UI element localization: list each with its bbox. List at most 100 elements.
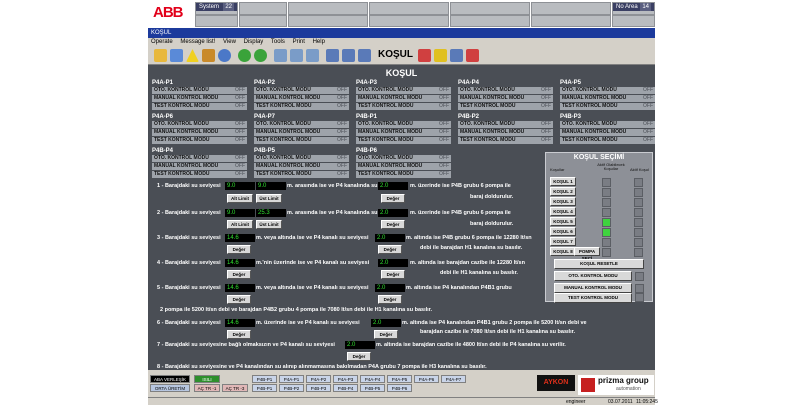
trend2-icon[interactable] [342, 49, 355, 62]
nav-tab-row2[interactable]: P4B-P1 [252, 384, 277, 392]
condition-4-value-2[interactable]: 2.0 [378, 259, 408, 267]
bell-icon[interactable] [202, 49, 215, 62]
condition-6-value-1[interactable]: 14.6 [225, 319, 255, 327]
alarm-cell-system[interactable]: System 22 [195, 2, 238, 15]
nav-tab-row1[interactable]: P4A-P2 [306, 375, 331, 383]
nav-tab-row1[interactable]: P4A-P3 [333, 375, 358, 383]
panel-mode-row[interactable]: OTO. KONTROL MODU OFF [254, 87, 349, 95]
isili-button[interactable]: ISILI [194, 375, 220, 383]
condition-3-deger-button-2[interactable]: Değer [378, 245, 402, 254]
panel-mode-row[interactable]: OTO. KONTROL MODU OFF [152, 87, 247, 95]
panel-mode-row[interactable]: MANUAL KONTROL MODU OFF [152, 95, 247, 103]
panel-mode-row[interactable]: MANUAL KONTROL MODU OFF [152, 163, 247, 171]
reset-condition-button[interactable]: KOŞUL RESETLE [554, 259, 644, 269]
oto-mode-button[interactable]: OTO. KONTROL MODU [554, 271, 632, 281]
grid-icon[interactable] [358, 49, 371, 62]
panel-mode-row[interactable]: TEST KONTROL MODU OFF [152, 137, 247, 145]
condition-1-value-2[interactable]: 9.0 [256, 182, 286, 190]
nav-tab-row1[interactable]: P4A-P1 [279, 375, 304, 383]
condition-1-value-3[interactable]: 2.0 [378, 182, 408, 190]
panel-mode-row[interactable]: TEST KONTROL MODU OFF [152, 171, 247, 179]
trend-icon[interactable] [326, 49, 339, 62]
document-icon[interactable] [290, 49, 303, 62]
condition-4-deger-button-2[interactable]: Değer [381, 270, 405, 279]
condition-1-alt-limit-button[interactable]: Alt Limit [227, 194, 253, 203]
document2-icon[interactable] [306, 49, 319, 62]
condition-5-deger-button-1[interactable]: Değer [227, 295, 251, 304]
condition-3-value-2[interactable]: 2.0 [375, 234, 405, 242]
panel-mode-row[interactable]: TEST KONTROL MODU OFF [560, 103, 655, 111]
condition-1-ust-limit-button[interactable]: Üst Limit [256, 194, 282, 203]
nav-tab-row2[interactable]: P4B-P2 [279, 384, 304, 392]
condition-7-value-1[interactable]: 2.0 [345, 341, 375, 349]
condition-8-button[interactable]: KOŞUL 8 [550, 247, 576, 256]
panel-mode-row[interactable]: TEST KONTROL MODU OFF [152, 103, 247, 111]
panel-mode-row[interactable]: OTO. KONTROL MODU OFF [254, 155, 349, 163]
warning-icon[interactable] [186, 49, 199, 62]
condition-5-deger-button-2[interactable]: Değer [378, 295, 402, 304]
condition-2-button[interactable]: KOŞUL 2 [550, 187, 576, 196]
panel-mode-row[interactable]: MANUAL KONTROL MODU OFF [356, 129, 451, 137]
nav-tab-row1[interactable]: P4A-P6 [414, 375, 439, 383]
condition-7-deger-button[interactable]: Değer [347, 352, 371, 361]
panel-mode-row[interactable]: MANUAL KONTROL MODU OFF [458, 95, 553, 103]
condition-4-deger-button-1[interactable]: Değer [227, 270, 251, 279]
refresh2-icon[interactable] [254, 49, 267, 62]
nav-tab-row2[interactable]: P4B-P4 [333, 384, 358, 392]
condition-3-deger-button-1[interactable]: Değer [227, 245, 251, 254]
menu-help[interactable]: Help [313, 39, 325, 45]
flag-icon[interactable] [434, 49, 447, 62]
panel-mode-row[interactable]: TEST KONTROL MODU OFF [254, 103, 349, 111]
condition-5-value-2[interactable]: 2.0 [375, 284, 405, 292]
panel-mode-row[interactable]: TEST KONTROL MODU OFF [458, 137, 553, 145]
alarm-cell-2[interactable] [195, 15, 238, 27]
menu-message-list[interactable]: Message list! [180, 39, 215, 45]
print-icon[interactable] [450, 49, 463, 62]
condition-6-value-2[interactable]: 2.0 [371, 319, 401, 327]
panel-mode-row[interactable]: MANUAL KONTROL MODU OFF [152, 129, 247, 137]
back-icon[interactable] [170, 49, 183, 62]
condition-1-button[interactable]: KOŞUL 1 [550, 177, 576, 186]
alarm-cell-5[interactable] [288, 2, 368, 15]
panel-mode-row[interactable]: MANUAL KONTROL MODU OFF [356, 163, 451, 171]
alarm-cell-10[interactable] [450, 15, 530, 27]
condition-2-ust-limit-button[interactable]: Üst Limit [256, 220, 282, 229]
alarm-cell-9[interactable] [450, 2, 530, 15]
condition-2-value-1[interactable]: 9.0 [225, 209, 255, 217]
panel-mode-row[interactable]: TEST KONTROL MODU OFF [458, 103, 553, 111]
nav-tab-row1[interactable]: P4B-P1 [252, 375, 277, 383]
condition-2-alt-limit-button[interactable]: Alt Limit [227, 220, 253, 229]
menu-view[interactable]: View [223, 39, 236, 45]
aba-verlesik-button[interactable]: ABA VERLEŞİK [150, 375, 190, 383]
panel-mode-row[interactable]: OTO. KONTROL MODU OFF [254, 121, 349, 129]
condition-6-deger-button-2[interactable]: Değer [374, 330, 398, 339]
alarm-cell-14[interactable] [612, 15, 655, 27]
condition-1-deger-button[interactable]: Değer [381, 194, 405, 203]
menu-operate[interactable]: Operate [151, 39, 173, 45]
settings-icon[interactable] [466, 49, 479, 62]
refresh-icon[interactable] [238, 49, 251, 62]
alarm-cell-8[interactable] [369, 15, 449, 27]
nav-tab-row2[interactable]: P4B-P3 [306, 384, 331, 392]
condition-4-value-1[interactable]: 14.6 [225, 259, 255, 267]
condition-3-value-1[interactable]: 14.6 [225, 234, 255, 242]
panel-mode-row[interactable]: MANUAL KONTROL MODU OFF [254, 163, 349, 171]
panel-mode-row[interactable]: OTO. KONTROL MODU OFF [458, 87, 553, 95]
ac-tr1-button[interactable]: AÇ TR -1 [194, 384, 220, 392]
test-mode-button[interactable]: TEST KONTROL MODU [554, 293, 632, 303]
alarm-cell-6[interactable] [288, 15, 368, 27]
alarm-cell-3[interactable] [239, 2, 287, 15]
nav-tab-row2[interactable]: P4B-P5 [360, 384, 385, 392]
condition-5-button[interactable]: KOŞUL 5 [550, 217, 576, 226]
menu-display[interactable]: Display [244, 39, 264, 45]
panel-mode-row[interactable]: OTO. KONTROL MODU OFF [152, 121, 247, 129]
nav-tab-row1[interactable]: P4A-P7 [441, 375, 466, 383]
pompa-secim-button[interactable]: POMPA SEÇİ [574, 247, 600, 261]
nav-tab-row1[interactable]: P4A-P5 [387, 375, 412, 383]
condition-5-value-1[interactable]: 14.6 [225, 284, 255, 292]
condition-2-value-3[interactable]: 2.0 [378, 209, 408, 217]
nav-tab-row1[interactable]: P4A-P4 [360, 375, 385, 383]
condition-2-value-2[interactable]: 25.3 [256, 209, 286, 217]
panel-mode-row[interactable]: OTO. KONTROL MODU OFF [356, 121, 451, 129]
condition-4-button[interactable]: KOŞUL 4 [550, 207, 576, 216]
